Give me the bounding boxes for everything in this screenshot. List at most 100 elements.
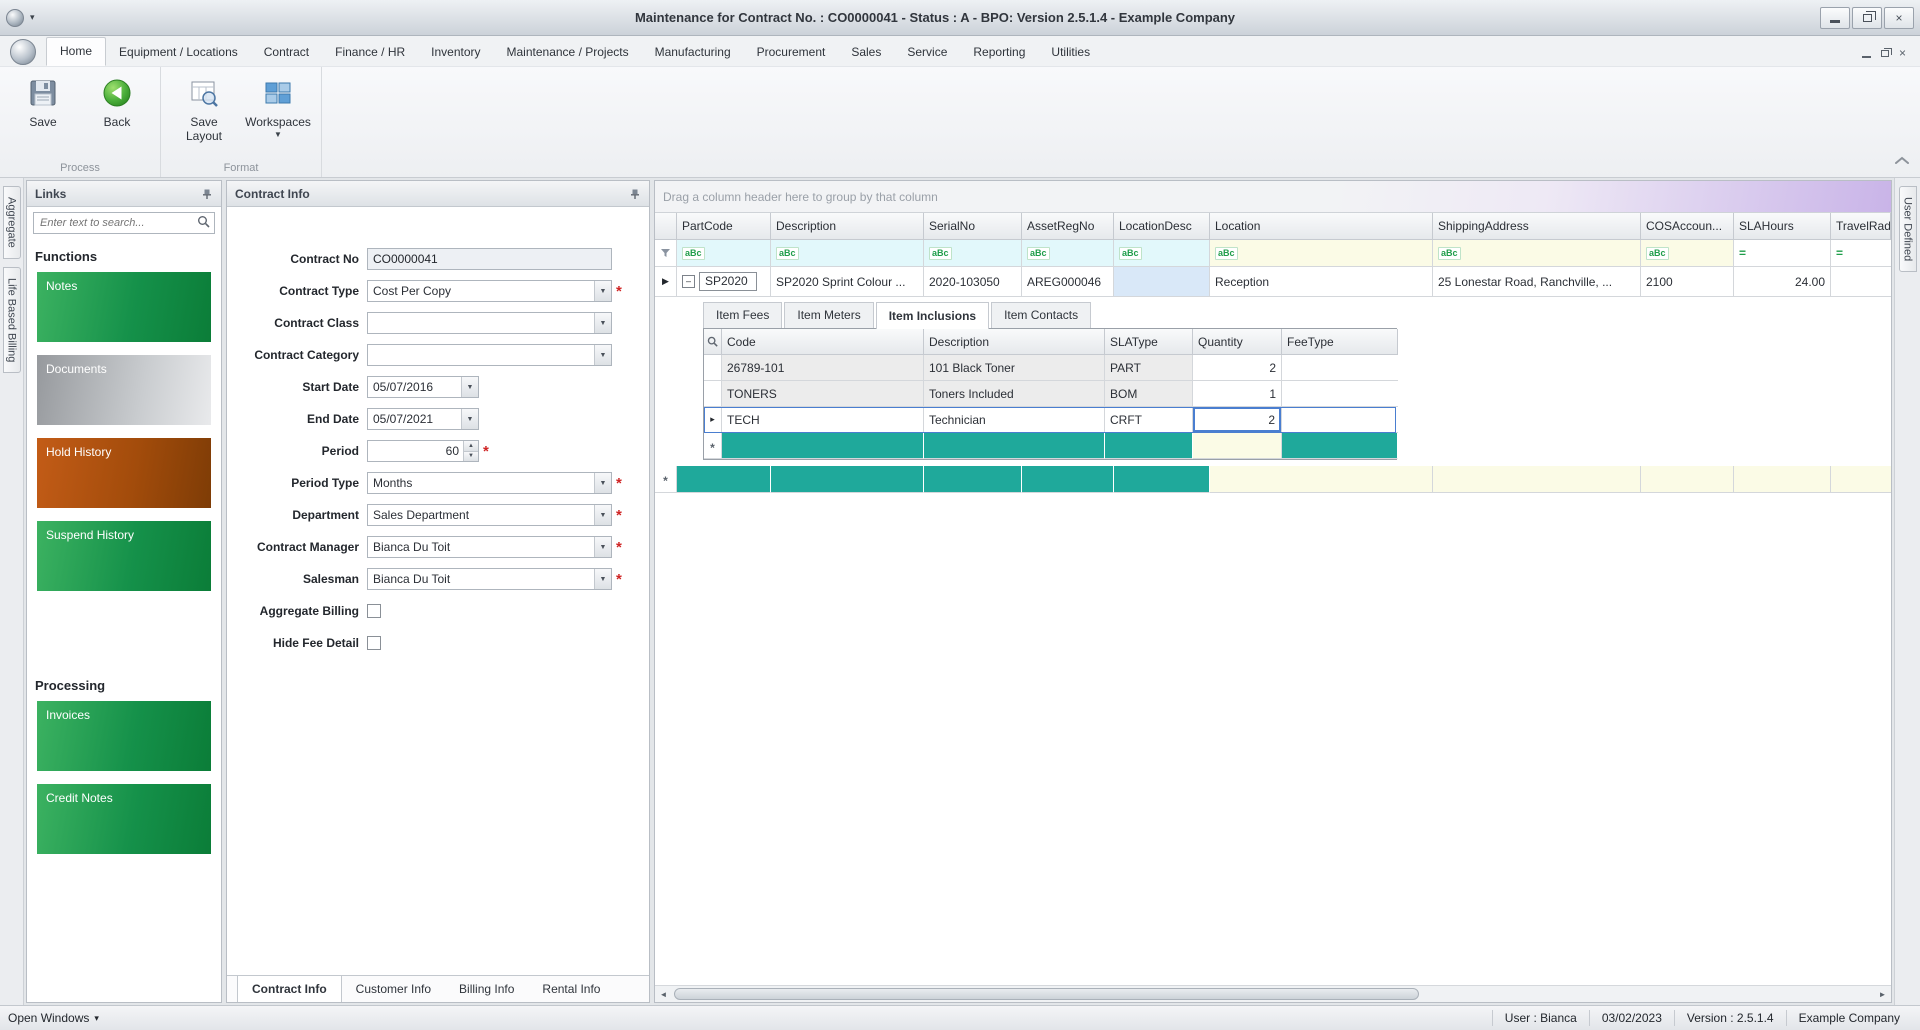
tab-item-meters[interactable]: Item Meters bbox=[784, 302, 873, 328]
scroll-right-icon[interactable]: ► bbox=[1874, 986, 1891, 1002]
ribbon-tab-equipment-locations[interactable]: Equipment / Locations bbox=[106, 39, 251, 66]
chevron-down-icon[interactable]: ▼ bbox=[461, 377, 478, 397]
column-header-description[interactable]: Description bbox=[771, 213, 924, 240]
grid-new-row[interactable]: * bbox=[655, 466, 1891, 493]
spin-up-icon[interactable]: ▲ bbox=[464, 441, 478, 451]
column-header-assetregno[interactable]: AssetRegNo bbox=[1022, 213, 1114, 240]
chevron-down-icon[interactable]: ▼ bbox=[594, 505, 611, 525]
filter-shippingaddress[interactable]: aBc bbox=[1433, 240, 1641, 267]
chevron-down-icon[interactable]: ▼ bbox=[461, 409, 478, 429]
column-header-shippingaddress[interactable]: ShippingAddress bbox=[1433, 213, 1641, 240]
ribbon-tab-finance-hr[interactable]: Finance / HR bbox=[322, 39, 418, 66]
chevron-down-icon[interactable]: ▼ bbox=[594, 345, 611, 365]
detail-column-slatype[interactable]: SLAType bbox=[1105, 329, 1193, 355]
column-header-locationdesc[interactable]: LocationDesc bbox=[1114, 213, 1210, 240]
horizontal-scrollbar[interactable]: ◄ ► bbox=[655, 985, 1891, 1002]
cell-locationdesc[interactable] bbox=[1114, 267, 1210, 297]
ribbon-tab-service[interactable]: Service bbox=[894, 39, 960, 66]
contract-category-select[interactable]: ▼ bbox=[367, 344, 612, 366]
detail-column-code[interactable]: Code bbox=[722, 329, 924, 355]
ribbon-tab-home[interactable]: Home bbox=[46, 37, 106, 66]
period-stepper[interactable]: 60 ▲ ▼ bbox=[367, 440, 479, 462]
cell-slahours[interactable]: 24.00 bbox=[1734, 267, 1831, 297]
period-type-select[interactable]: Months ▼ bbox=[367, 472, 612, 494]
tab-rental-info[interactable]: Rental Info bbox=[528, 976, 614, 1002]
inclusion-row[interactable]: TONERS Toners Included BOM 1 bbox=[704, 381, 1396, 407]
tab-billing-info[interactable]: Billing Info bbox=[445, 976, 528, 1002]
ribbon-tab-contract[interactable]: Contract bbox=[251, 39, 322, 66]
collapse-ribbon-button[interactable] bbox=[1894, 155, 1910, 169]
chevron-down-icon[interactable]: ▼ bbox=[594, 537, 611, 557]
filter-locationdesc[interactable]: aBc bbox=[1114, 240, 1210, 267]
column-header-serialno[interactable]: SerialNo bbox=[924, 213, 1022, 240]
detail-column-feetype[interactable]: FeeType bbox=[1282, 329, 1398, 355]
detail-new-row[interactable]: * bbox=[704, 433, 1396, 459]
column-header-cosaccount[interactable]: COSAccoun... bbox=[1641, 213, 1734, 240]
cell-cosaccount[interactable]: 2100 bbox=[1641, 267, 1734, 297]
contract-type-select[interactable]: Cost Per Copy ▼ bbox=[367, 280, 612, 302]
minimize-button[interactable] bbox=[1820, 7, 1850, 29]
filter-partcode[interactable]: aBc bbox=[677, 240, 771, 267]
mdi-restore-button[interactable] bbox=[1881, 46, 1889, 60]
contract-manager-select[interactable]: Bianca Du Toit ▼ bbox=[367, 536, 612, 558]
contract-no-input[interactable] bbox=[367, 248, 612, 270]
filter-assetregno[interactable]: aBc bbox=[1022, 240, 1114, 267]
credit-notes-button[interactable]: Credit Notes bbox=[37, 784, 211, 854]
ribbon-tab-procurement[interactable]: Procurement bbox=[744, 39, 839, 66]
group-by-panel[interactable]: Drag a column header here to group by th… bbox=[655, 181, 1891, 213]
column-header-slahours[interactable]: SLAHours bbox=[1734, 213, 1831, 240]
save-button[interactable]: Save bbox=[8, 71, 78, 131]
pin-icon[interactable] bbox=[201, 188, 213, 200]
tab-item-inclusions[interactable]: Item Inclusions bbox=[876, 302, 989, 329]
mdi-minimize-button[interactable] bbox=[1862, 46, 1871, 60]
links-search-input[interactable] bbox=[38, 216, 197, 230]
cell-assetregno[interactable]: AREG000046 bbox=[1022, 267, 1114, 297]
start-date-picker[interactable]: 05/07/2016 ▼ bbox=[367, 376, 479, 398]
edge-tab-life-based-billing[interactable]: Life Based Billing bbox=[3, 267, 21, 373]
filter-serialno[interactable]: aBc bbox=[924, 240, 1022, 267]
cell-serialno[interactable]: 2020-103050 bbox=[924, 267, 1022, 297]
column-header-partcode[interactable]: PartCode bbox=[677, 213, 771, 240]
detail-column-description[interactable]: Description bbox=[924, 329, 1105, 355]
detail-search-button[interactable] bbox=[704, 329, 722, 355]
restore-button[interactable] bbox=[1852, 7, 1882, 29]
cell-partcode[interactable]: – SP2020 bbox=[677, 267, 771, 297]
qat-dropdown-icon[interactable]: ▾ bbox=[30, 12, 35, 23]
edge-tab-user-defined[interactable]: User Defined bbox=[1899, 186, 1917, 272]
column-header-travelradius[interactable]: TravelRadiu... bbox=[1831, 213, 1891, 240]
equipment-row[interactable]: ▶ – SP2020 SP2020 Sprint Colour ... 2020… bbox=[655, 267, 1891, 297]
ribbon-tab-inventory[interactable]: Inventory bbox=[418, 39, 493, 66]
ribbon-tab-maintenance-projects[interactable]: Maintenance / Projects bbox=[494, 39, 642, 66]
hide-fee-detail-checkbox[interactable] bbox=[367, 636, 381, 650]
aggregate-billing-checkbox[interactable] bbox=[367, 604, 381, 618]
inclusion-row[interactable]: 26789-101 101 Black Toner PART 2 bbox=[704, 355, 1396, 381]
tab-customer-info[interactable]: Customer Info bbox=[342, 976, 445, 1002]
filter-travelradius[interactable]: = bbox=[1831, 240, 1891, 267]
notes-button[interactable]: Notes bbox=[37, 272, 211, 342]
scroll-left-icon[interactable]: ◄ bbox=[655, 986, 672, 1002]
chevron-down-icon[interactable]: ▼ bbox=[594, 473, 611, 493]
contract-class-select[interactable]: ▼ bbox=[367, 312, 612, 334]
inclusion-row-selected[interactable]: ▸ TECH Technician CRFT 2 bbox=[704, 407, 1396, 433]
mdi-close-button[interactable]: × bbox=[1899, 46, 1906, 60]
end-date-picker[interactable]: 05/07/2021 ▼ bbox=[367, 408, 479, 430]
collapse-detail-icon[interactable]: – bbox=[682, 275, 695, 288]
ribbon-tab-manufacturing[interactable]: Manufacturing bbox=[642, 39, 744, 66]
invoices-button[interactable]: Invoices bbox=[37, 701, 211, 771]
pin-icon[interactable] bbox=[629, 188, 641, 200]
scrollbar-track[interactable] bbox=[672, 986, 1874, 1002]
ribbon-tab-utilities[interactable]: Utilities bbox=[1038, 39, 1103, 66]
spin-down-icon[interactable]: ▼ bbox=[464, 451, 478, 462]
search-icon[interactable] bbox=[197, 215, 210, 231]
cell-shippingaddress[interactable]: 25 Lonestar Road, Ranchville, ... bbox=[1433, 267, 1641, 297]
cell-location[interactable]: Reception bbox=[1210, 267, 1433, 297]
filter-slahours[interactable]: = bbox=[1734, 240, 1831, 267]
filter-location[interactable]: aBc bbox=[1210, 240, 1433, 267]
salesman-select[interactable]: Bianca Du Toit ▼ bbox=[367, 568, 612, 590]
open-windows-button[interactable]: Open Windows ▾ bbox=[8, 1011, 99, 1025]
back-button[interactable]: Back bbox=[82, 71, 152, 131]
ribbon-tab-reporting[interactable]: Reporting bbox=[960, 39, 1038, 66]
edge-tab-aggregate[interactable]: Aggregate bbox=[3, 186, 21, 259]
documents-button[interactable]: Documents bbox=[37, 355, 211, 425]
save-layout-button[interactable]: Save Layout bbox=[169, 71, 239, 145]
